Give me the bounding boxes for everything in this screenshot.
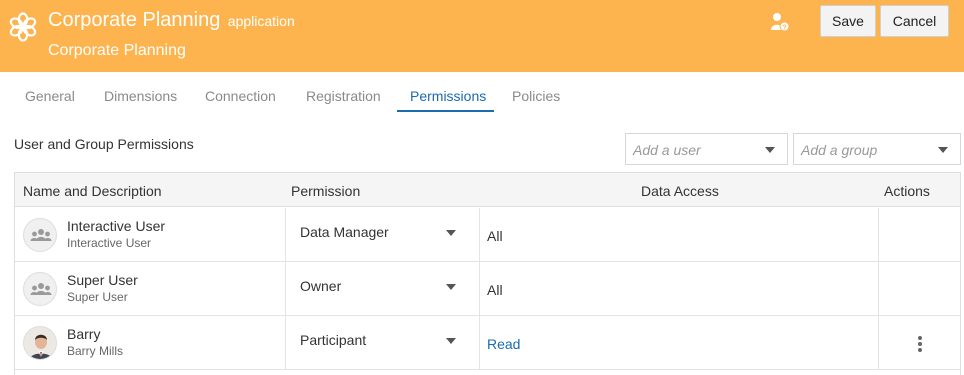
user-photo xyxy=(23,326,57,360)
column-divider xyxy=(878,262,879,316)
data-access-value: All xyxy=(487,228,503,244)
more-actions-icon[interactable] xyxy=(915,336,925,352)
svg-text:?: ? xyxy=(782,25,786,32)
tab-general[interactable]: General xyxy=(25,88,75,104)
app-type-label: application xyxy=(227,13,295,29)
app-title: Corporate Planning xyxy=(48,9,221,31)
active-tab-indicator xyxy=(397,110,494,112)
cancel-button[interactable]: Cancel xyxy=(880,5,949,37)
app-title-row: Corporate Planning application xyxy=(48,9,295,32)
group-avatar-icon xyxy=(23,218,57,252)
column-divider xyxy=(285,262,286,316)
permissions-table: Name and Description Permission Data Acc… xyxy=(14,172,961,375)
column-divider xyxy=(285,208,286,262)
chevron-down-icon xyxy=(938,147,948,153)
add-user-dropdown[interactable]: Add a user xyxy=(625,133,788,165)
column-divider xyxy=(479,316,480,370)
column-divider xyxy=(285,316,286,370)
permission-select[interactable]: Data Manager xyxy=(300,224,389,240)
chevron-down-icon[interactable] xyxy=(446,338,456,344)
user-description: Super User xyxy=(67,290,128,304)
tab-policies[interactable]: Policies xyxy=(512,88,560,104)
add-user-placeholder: Add a user xyxy=(633,142,701,158)
table-header: Name and Description Permission Data Acc… xyxy=(15,173,960,207)
data-access-value: All xyxy=(487,282,503,298)
permission-select[interactable]: Participant xyxy=(300,332,366,348)
user-name: Barry xyxy=(67,326,101,342)
add-group-placeholder: Add a group xyxy=(801,142,878,158)
add-group-dropdown[interactable]: Add a group xyxy=(793,133,961,165)
user-description: Interactive User xyxy=(67,236,152,250)
tab-permissions[interactable]: Permissions xyxy=(410,88,486,104)
data-access-link[interactable]: Read xyxy=(487,336,520,352)
column-header-data-access: Data Access xyxy=(641,183,719,199)
column-header-name: Name and Description xyxy=(23,183,162,199)
chevron-down-icon xyxy=(765,147,775,153)
save-button[interactable]: Save xyxy=(820,5,876,37)
table-row: Super User Super User Owner All xyxy=(15,262,960,316)
tab-registration[interactable]: Registration xyxy=(306,88,381,104)
group-avatar-icon xyxy=(23,272,57,306)
user-name: Interactive User xyxy=(67,218,166,234)
tab-dimensions[interactable]: Dimensions xyxy=(104,88,177,104)
column-divider xyxy=(479,262,480,316)
app-header: Corporate Planning application Corporate… xyxy=(0,0,964,72)
user-description: Barry Mills xyxy=(67,344,123,358)
flower-app-icon xyxy=(9,12,37,42)
user-help-icon[interactable]: ? xyxy=(770,12,790,32)
column-header-actions: Actions xyxy=(884,183,930,199)
column-header-permission: Permission xyxy=(291,183,361,199)
user-name: Super User xyxy=(67,272,138,288)
column-divider xyxy=(878,316,879,370)
column-divider xyxy=(479,208,480,262)
permission-select[interactable]: Owner xyxy=(300,278,341,294)
table-row: Barry Barry Mills Participant Read xyxy=(15,316,960,370)
chevron-down-icon[interactable] xyxy=(446,230,456,236)
tab-connection[interactable]: Connection xyxy=(205,88,276,104)
table-row: Interactive User Interactive User Data M… xyxy=(15,208,960,262)
chevron-down-icon[interactable] xyxy=(446,284,456,290)
app-subtitle: Corporate Planning xyxy=(48,42,186,59)
column-divider xyxy=(878,208,879,262)
section-title: User and Group Permissions xyxy=(14,136,194,152)
